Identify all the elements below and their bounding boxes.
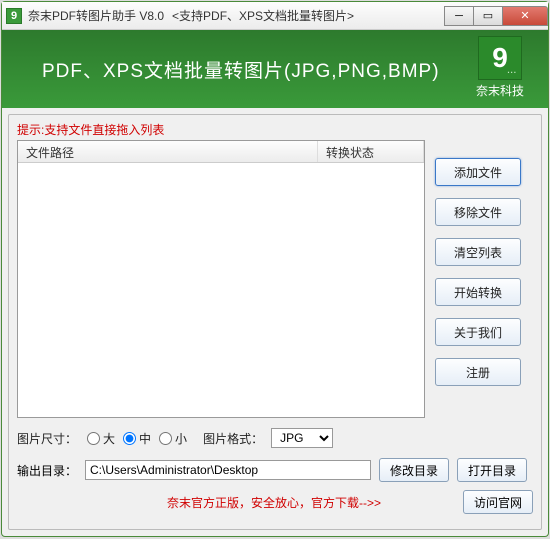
image-format-label: 图片格式： <box>203 430 263 447</box>
side-buttons: 添加文件 移除文件 清空列表 开始转换 关于我们 注册 <box>435 140 521 418</box>
size-small-option[interactable]: 小 <box>159 430 187 447</box>
footer-row: 奈末官方正版，安全放心，官方下载-->> 访问官网 <box>17 490 533 514</box>
size-medium-radio[interactable] <box>123 432 136 445</box>
start-convert-button[interactable]: 开始转换 <box>435 278 521 306</box>
minimize-button[interactable]: ─ <box>444 6 474 26</box>
size-medium-option[interactable]: 中 <box>123 430 151 447</box>
window-title: 奈末PDF转图片助手 V8.0 <box>28 7 164 24</box>
banner-title: PDF、XPS文档批量转图片(JPG,PNG,BMP) <box>42 56 440 83</box>
image-size-label: 图片尺寸： <box>17 430 77 447</box>
banner: PDF、XPS文档批量转图片(JPG,PNG,BMP) 9 ... 奈末科技 <box>2 30 548 108</box>
company-name: 奈末科技 <box>476 82 524 99</box>
output-dir-label: 输出目录： <box>17 462 77 479</box>
logo-dots-icon: ... <box>507 66 517 75</box>
open-dir-button[interactable]: 打开目录 <box>457 458 527 482</box>
company-logo: 9 ... 奈末科技 <box>470 36 530 100</box>
content-panel: 提示:支持文件直接拖入列表 文件路径 转换状态 添加文件 移除文件 清空列表 开… <box>8 114 542 530</box>
file-table[interactable]: 文件路径 转换状态 <box>17 140 425 418</box>
clear-list-button[interactable]: 清空列表 <box>435 238 521 266</box>
add-file-button[interactable]: 添加文件 <box>435 158 521 186</box>
about-us-button[interactable]: 关于我们 <box>435 318 521 346</box>
official-notice: 奈末官方正版，安全放心，官方下载-->> <box>167 494 381 511</box>
table-header: 文件路径 转换状态 <box>18 141 424 163</box>
size-large-option[interactable]: 大 <box>87 430 115 447</box>
modify-dir-button[interactable]: 修改目录 <box>379 458 449 482</box>
options-row: 图片尺寸： 大 中 小 图片格式： JPG <box>17 428 533 448</box>
maximize-button[interactable]: ▭ <box>473 6 503 26</box>
register-button[interactable]: 注册 <box>435 358 521 386</box>
column-file-path[interactable]: 文件路径 <box>18 141 318 162</box>
image-format-select[interactable]: JPG <box>271 428 333 448</box>
logo-letter: 9 <box>492 42 508 74</box>
visit-website-button[interactable]: 访问官网 <box>463 490 533 514</box>
window-controls: ─ ▭ ✕ <box>445 6 548 26</box>
column-status[interactable]: 转换状态 <box>318 141 424 162</box>
remove-file-button[interactable]: 移除文件 <box>435 198 521 226</box>
app-icon: 9 <box>6 8 22 24</box>
output-row: 输出目录： 修改目录 打开目录 <box>17 458 533 482</box>
drag-hint: 提示:支持文件直接拖入列表 <box>17 121 533 138</box>
app-window: 9 奈末PDF转图片助手 V8.0 <支持PDF、XPS文档批量转图片> ─ ▭… <box>1 1 549 537</box>
close-button[interactable]: ✕ <box>502 6 548 26</box>
output-dir-input[interactable] <box>85 460 371 480</box>
window-subtitle: <支持PDF、XPS文档批量转图片> <box>172 7 354 24</box>
size-small-radio[interactable] <box>159 432 172 445</box>
logo-icon: 9 ... <box>478 36 522 80</box>
titlebar: 9 奈末PDF转图片助手 V8.0 <支持PDF、XPS文档批量转图片> ─ ▭… <box>2 2 548 30</box>
size-large-radio[interactable] <box>87 432 100 445</box>
